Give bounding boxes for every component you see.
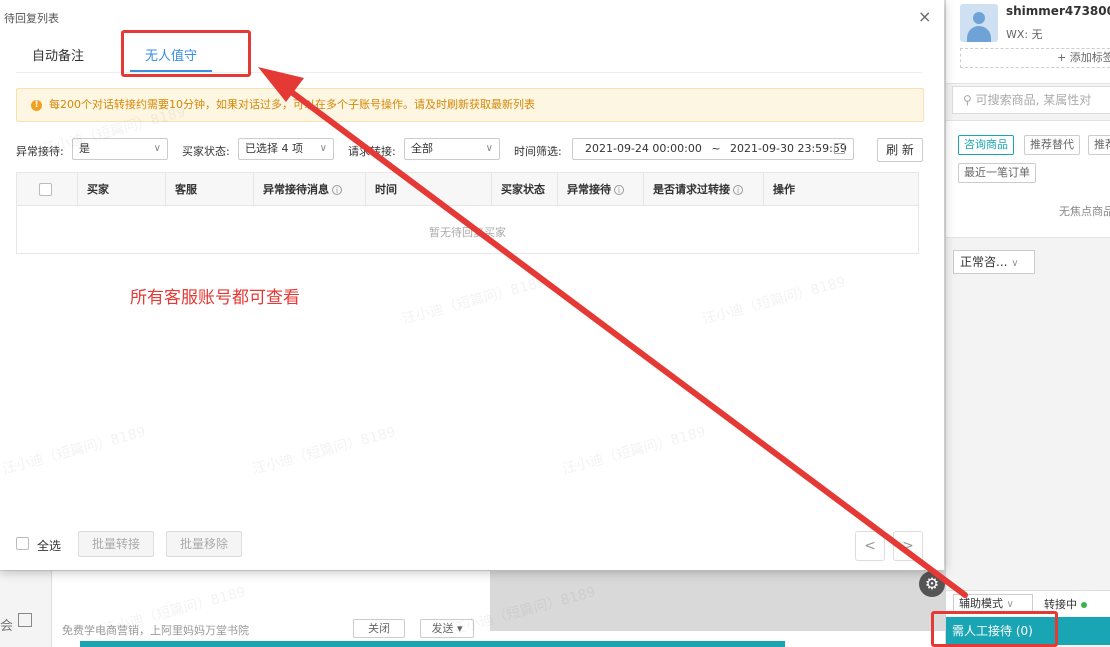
header-checkbox[interactable]: [39, 183, 52, 196]
add-tag-button[interactable]: + 添加标签: [960, 48, 1110, 68]
refresh-button[interactable]: 刷 新: [877, 138, 923, 162]
modal-title: 待回复列表: [4, 12, 59, 25]
consult-type-value: 正常咨...: [960, 255, 1008, 269]
gray-area: [490, 571, 945, 631]
tab-auto-note[interactable]: 自动备注: [32, 45, 84, 64]
customer-info-panel: shimmer473800286 WX: 无 + 添加标签 ⚲ 可搜索商品, 某…: [945, 0, 1110, 647]
annotation-text: 所有客服账号都可查看: [130, 288, 300, 308]
calendar-icon: [834, 143, 845, 154]
chip-recommend[interactable]: 推荐: [1088, 135, 1110, 155]
search-placeholder: 可搜索商品, 某属性对: [975, 93, 1092, 107]
col-requested-transfer-label: 是否请求过转接: [653, 183, 730, 196]
status-dot-icon: [1081, 602, 1087, 608]
batch-transfer-button[interactable]: 批量转接: [78, 531, 154, 557]
watermark: 汪小迪（短篇问）8189: [560, 424, 708, 478]
date-separator: ~: [711, 142, 721, 155]
chip-recommend-alternative[interactable]: 推荐替代: [1024, 135, 1080, 155]
pending-table: 买家 客服 异常接待消息 i 时间 买家状态 异常接待 i 是否请求过转接 i 操作 …: [16, 172, 919, 254]
col-abnormal-message[interactable]: 异常接待消息 i: [263, 173, 342, 206]
customer-username: shimmer473800286: [1006, 4, 1110, 18]
consult-type-select[interactable]: 正常咨... ∨: [953, 250, 1035, 274]
mode-value: 辅助模式: [959, 597, 1003, 610]
chat-send-button[interactable]: 发送 ▾: [420, 619, 474, 638]
gear-icon[interactable]: ⚙: [919, 571, 945, 597]
customer-wx: WX: 无: [1006, 28, 1043, 41]
notice-text: 每200个对话转接约需要10分钟，如果对话过多，可以在多个子账号操作。请及时刷新…: [49, 98, 535, 111]
chat-close-button[interactable]: 关闭: [353, 619, 405, 638]
chevron-down-icon: ∨: [1011, 258, 1019, 269]
table-header: 买家 客服 异常接待消息 i 时间 买家状态 异常接待 i 是否请求过转接 i 操作: [17, 173, 918, 206]
col-time[interactable]: 时间: [375, 173, 397, 206]
watermark: 汪小迪（短篇问）8189: [0, 424, 148, 478]
customer-header: shimmer473800286 WX: 无 + 添加标签: [946, 0, 1110, 84]
prev-page-button[interactable]: <: [855, 531, 885, 561]
info-icon[interactable]: i: [614, 185, 624, 195]
watermark: 汪小迪（短篇问）8189: [700, 274, 848, 328]
transfer-request-value: 全部: [411, 142, 433, 155]
left-toolbar: 会: [0, 571, 52, 647]
warning-icon: !: [31, 100, 42, 111]
chevron-down-icon: ∨: [319, 143, 327, 154]
next-page-button[interactable]: >: [893, 531, 923, 561]
send-label: 发送: [431, 622, 454, 635]
transfer-request-select[interactable]: 全部 ∨: [404, 138, 500, 160]
col-buyer-status[interactable]: 买家状态: [501, 173, 545, 206]
no-focus-product-text: 无焦点商品: [1059, 205, 1110, 218]
select-all-checkbox[interactable]: [16, 537, 29, 550]
col-actions[interactable]: 操作: [773, 173, 795, 206]
date-range-picker[interactable]: 2021-09-24 00:00:00 ~ 2021-09-30 23:59:5…: [572, 138, 854, 160]
time-filter-label: 时间筛选:: [514, 145, 562, 158]
col-requested-transfer[interactable]: 是否请求过转接 i: [653, 173, 743, 206]
watermark: 汪小迪（短篇问）8189: [400, 274, 548, 328]
batch-remove-button[interactable]: 批量移除: [166, 531, 242, 557]
col-buyer[interactable]: 买家: [87, 173, 109, 206]
select-all-label[interactable]: 全选: [37, 537, 61, 554]
highlight-box-tab: [121, 30, 251, 77]
close-icon[interactable]: ×: [918, 8, 931, 26]
transfer-status-label: 转接中: [1044, 598, 1077, 611]
pending-reply-modal: 待回复列表 × 自动备注 无人值守 ! 每200个对话转接约需要10分钟，如果对…: [0, 0, 944, 638]
layout-icon[interactable]: [18, 613, 32, 627]
info-icon[interactable]: i: [733, 185, 743, 195]
chip-consult-product[interactable]: 咨询商品: [958, 135, 1014, 155]
buyer-status-select[interactable]: 已选择 4 项 ∨: [238, 138, 334, 160]
buyer-status-label: 买家状态:: [182, 145, 230, 158]
abnormal-value: 是: [79, 142, 90, 155]
chat-input-area: 会 免费学电商营销，上阿里妈妈万堂书院 关闭 发送 ▾: [0, 570, 945, 647]
col-abnormal-label: 异常接待: [567, 183, 611, 196]
info-icon[interactable]: i: [332, 185, 342, 195]
transfer-status: 转接中: [1044, 596, 1087, 612]
abnormal-label: 异常接待:: [16, 145, 64, 158]
chevron-down-icon: ∨: [1006, 599, 1014, 610]
watermark: 汪小迪（短篇问）8189: [250, 424, 398, 478]
notice-banner: ! 每200个对话转接约需要10分钟，如果对话过多，可以在多个子账号操作。请及时…: [16, 88, 924, 122]
footer-promo-text[interactable]: 免费学电商营销，上阿里妈妈万堂书院: [62, 622, 249, 638]
col-abnormal[interactable]: 异常接待 i: [567, 173, 624, 206]
buyer-status-value: 已选择 4 项: [245, 142, 303, 155]
abnormal-select[interactable]: 是 ∨: [72, 138, 168, 160]
highlight-box-need-human: [931, 611, 1058, 647]
chevron-down-icon: ∨: [485, 143, 493, 154]
empty-state-text: 暂无待回复买家: [429, 226, 506, 239]
col-service[interactable]: 客服: [175, 173, 197, 206]
search-icon: ⚲: [963, 93, 972, 107]
col-abnormal-message-label: 异常接待消息: [263, 183, 329, 196]
product-panel: 咨询商品 推荐替代 推荐 最近一笔订单 无焦点商品: [946, 120, 1110, 238]
teal-progress-bar: [80, 641, 785, 647]
avatar: [960, 4, 998, 42]
transfer-request-label: 请求转接:: [348, 145, 396, 158]
product-search-input[interactable]: ⚲ 可搜索商品, 某属性对: [952, 86, 1110, 114]
left-toolbar-label: 会: [0, 619, 14, 634]
chip-last-order[interactable]: 最近一笔订单: [958, 163, 1036, 183]
date-end: 2021-09-30 23:59:59: [730, 142, 847, 155]
date-start: 2021-09-24 00:00:00: [585, 142, 702, 155]
chevron-down-icon: ∨: [153, 143, 161, 154]
